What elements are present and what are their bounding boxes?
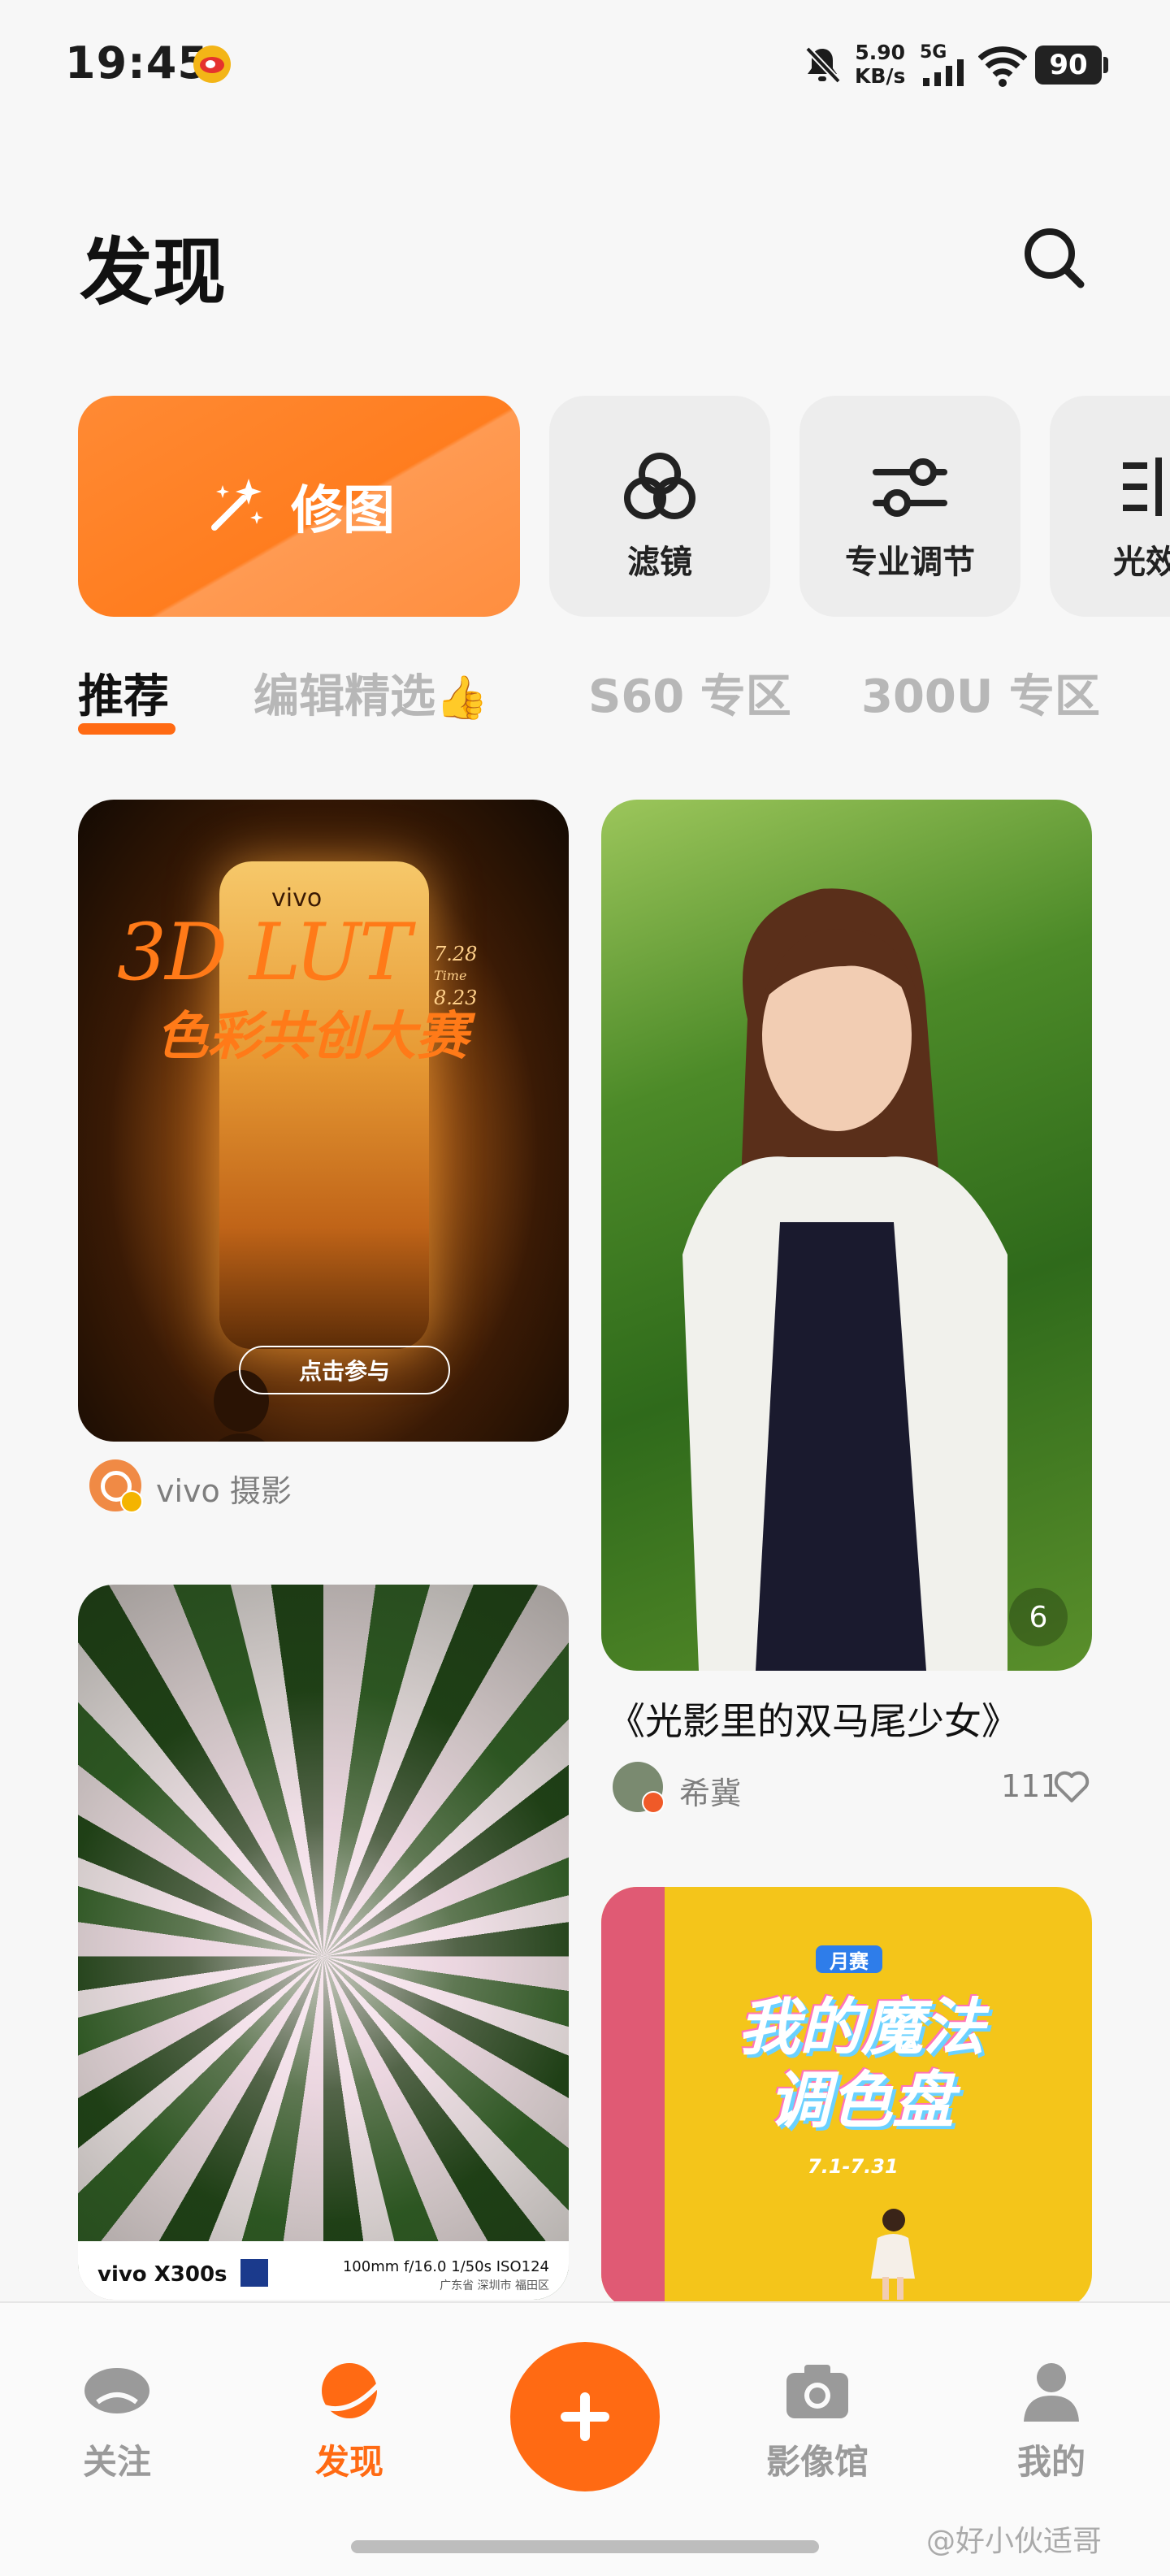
net-speed-value: 5.90 xyxy=(855,41,906,64)
light-icon xyxy=(1123,458,1162,516)
magic-wand-icon xyxy=(211,479,263,531)
home-indicator[interactable] xyxy=(351,2540,819,2553)
banner-date-start: 7.28 xyxy=(434,943,478,965)
search-icon[interactable] xyxy=(1019,223,1087,291)
portrait-photo xyxy=(682,888,1008,1671)
nav-profile[interactable]: 我的 xyxy=(978,2358,1124,2484)
exif-info: 100mm f/16.0 1/50s ISO124 xyxy=(342,2258,549,2275)
zeiss-logo xyxy=(240,2259,268,2287)
heart-icon[interactable] xyxy=(1053,1770,1090,1804)
follow-eye-icon xyxy=(84,2368,150,2413)
light-effect-button[interactable]: 光效 xyxy=(1050,396,1170,617)
banner-subtitle: 色彩共创大赛 xyxy=(156,1007,468,1067)
banner-date-end: 8.23 xyxy=(434,987,478,1009)
author-avatar[interactable] xyxy=(613,1762,665,1814)
tab-editor-picks-label: 编辑精选 xyxy=(254,670,436,723)
net-speed-unit: KB/s xyxy=(855,64,906,88)
nav-follow-label: 关注 xyxy=(82,2442,151,2482)
status-time: 19:45 xyxy=(65,37,209,89)
post-title[interactable]: 《光影里的双马尾少女》 xyxy=(608,1692,1019,1746)
portrait-photo-card[interactable]: 6 xyxy=(601,800,1092,1671)
camera-watermark-strip: vivo X300s 100mm f/16.0 1/50s ISO124 广东省… xyxy=(78,2241,569,2300)
tab-recommend[interactable]: 推荐 xyxy=(78,660,169,726)
magic-palette-banner-card[interactable]: 月赛 我的魔法调色盘 7.1-7.31 xyxy=(601,1887,1092,2309)
banner-pink-stripe xyxy=(601,1887,665,2309)
thumbs-up-icon: 👍 xyxy=(436,674,488,722)
weibo-watermark: @好小伙适哥 xyxy=(926,2525,1103,2558)
filter-button[interactable]: 滤镜 xyxy=(549,396,770,617)
contest-banner-card[interactable]: vivo 3D LUT 色彩共创大赛 7.28 Time 8.23 点击参与 xyxy=(78,800,569,1442)
banner-title: 3D LUT xyxy=(117,907,411,998)
wifi-icon xyxy=(978,46,1027,87)
camera-icon xyxy=(786,2365,848,2418)
profile-icon xyxy=(1024,2363,1079,2422)
retouch-label: 修图 xyxy=(291,481,395,541)
pro-adjust-label: 专业调节 xyxy=(845,544,975,581)
child-figure xyxy=(871,2209,915,2300)
tab-s60[interactable]: S60 专区 xyxy=(588,660,791,726)
filter-circles-icon xyxy=(624,453,696,519)
sliders-icon xyxy=(873,458,947,517)
nav-profile-label: 我的 xyxy=(1016,2442,1086,2482)
nav-discover[interactable]: 发现 xyxy=(276,2358,422,2484)
nav-gallery[interactable]: 影像馆 xyxy=(744,2358,890,2484)
monthly-contest-badge: 月赛 xyxy=(816,1945,882,1973)
flower-photo-card[interactable]: vivo X300s 100mm f/16.0 1/50s ISO124 广东省… xyxy=(78,1585,569,2300)
banner-date: 7.28 Time 8.23 xyxy=(434,939,477,1013)
camera-model: vivo X300s xyxy=(98,2262,228,2287)
net-speed: 5.90 KB/s xyxy=(855,41,905,88)
battery-level: 90 xyxy=(1049,49,1088,81)
nav-gallery-label: 影像馆 xyxy=(765,2442,869,2482)
tab-300u[interactable]: 300U 专区 xyxy=(861,660,1100,726)
like-count: 111 xyxy=(1001,1768,1060,1804)
photo-count-badge: 6 xyxy=(1009,1588,1068,1646)
nav-discover-label: 发现 xyxy=(314,2442,384,2482)
tab-active-indicator xyxy=(78,723,176,735)
signal-icon xyxy=(923,59,964,86)
retouch-button[interactable]: 修图 xyxy=(78,396,520,617)
tab-editor-picks[interactable]: 编辑精选👍 xyxy=(254,660,488,726)
battery-icon: 90 xyxy=(1035,46,1108,85)
photo-location: 广东省 深圳市 福田区 xyxy=(440,2279,549,2292)
light-effect-label: 光效 xyxy=(1113,544,1170,581)
nav-follow[interactable]: 关注 xyxy=(44,2358,190,2484)
weibo-icon xyxy=(193,46,231,83)
page-title: 发现 xyxy=(80,230,226,315)
author-name[interactable]: vivo 摄影 xyxy=(156,1466,292,1511)
discover-planet-icon xyxy=(318,2363,384,2418)
create-post-button[interactable] xyxy=(510,2342,660,2491)
magic-palette-title: 我的魔法调色盘 xyxy=(738,1991,985,2136)
banner-date-label: Time xyxy=(434,968,467,983)
bell-off-icon xyxy=(805,46,841,84)
join-button[interactable]: 点击参与 xyxy=(239,1346,450,1394)
magic-palette-date: 7.1-7.31 xyxy=(808,2155,899,2178)
filter-label: 滤镜 xyxy=(627,544,692,581)
vivo-photo-avatar[interactable] xyxy=(89,1459,143,1513)
author-name-xiji[interactable]: 希冀 xyxy=(679,1768,741,1813)
pro-adjust-button[interactable]: 专业调节 xyxy=(800,396,1020,617)
flower-photo xyxy=(78,1585,569,2300)
